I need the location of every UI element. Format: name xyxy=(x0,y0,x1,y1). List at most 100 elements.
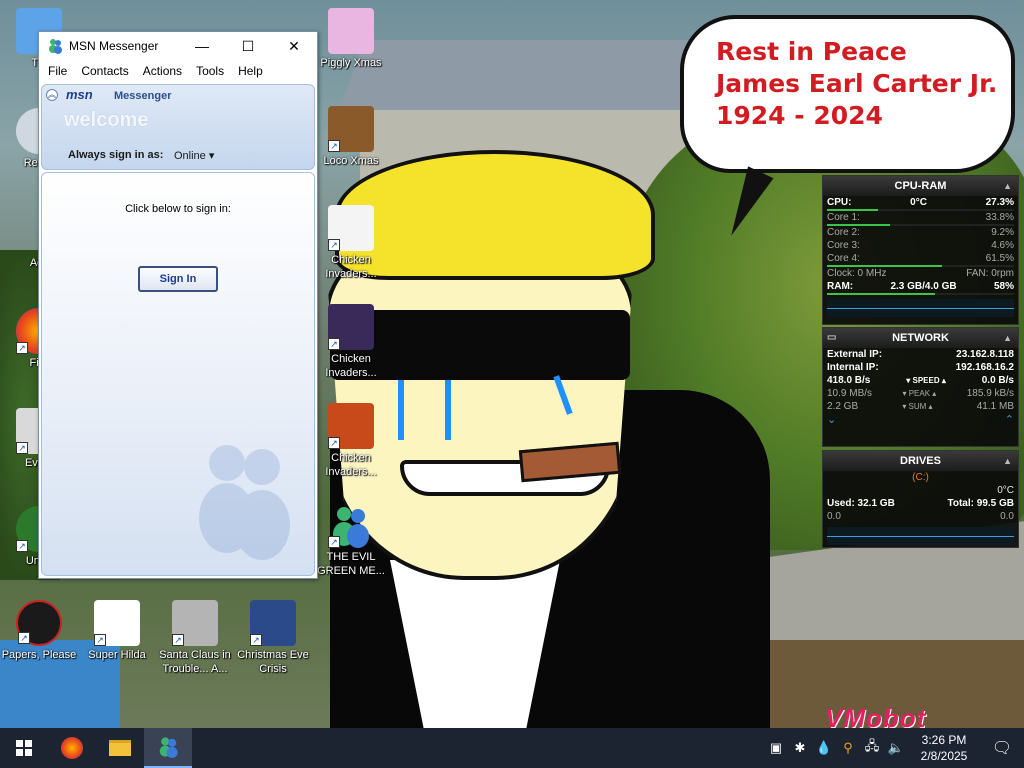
bear-icon: ↗ xyxy=(328,106,374,152)
core-row: Core 2: 9.2% xyxy=(827,227,1014,238)
shortcut-arrow-icon: ↗ xyxy=(18,632,30,644)
peak-row: 10.9 MB/s ▾ PEAK ▴ 185.9 kB/s xyxy=(827,388,1014,399)
menu-actions[interactable]: Actions xyxy=(136,64,189,78)
taskbar-msn-messenger[interactable] xyxy=(144,728,192,768)
desktop-icon-chicken-invaders-2[interactable]: ↗ Chicken Invaders... xyxy=(312,304,390,380)
chicken-icon: ↗ xyxy=(328,403,374,449)
network-toggle-row: ⌄ ⌃ xyxy=(823,413,1018,426)
shortcut-arrow-icon: ↗ xyxy=(172,634,184,646)
desktop-icon-piggly-xmas[interactable]: Piggly Xmas xyxy=(312,8,390,70)
sign-in-prompt: Click below to sign in: xyxy=(125,203,231,215)
notification-icon[interactable]: 🗨 xyxy=(980,738,1024,758)
water-drop-icon[interactable]: 💧 xyxy=(812,740,836,756)
gadget-header: ▭ NETWORK ▲ xyxy=(823,328,1018,348)
cartoon-tear xyxy=(398,380,404,440)
speed-row: 418.0 B/s ▾ SPEED ▴ 0.0 B/s xyxy=(827,375,1014,386)
core-row: Core 3: 4.6% xyxy=(827,240,1014,251)
clock[interactable]: 3:26 PM 2/8/2025 xyxy=(908,732,980,764)
collapse-icon[interactable]: ︽ xyxy=(46,89,58,101)
close-button[interactable]: ✕ xyxy=(271,32,317,60)
system-tray: ▣ ✱ 💧 ⚲ 🖧 🔈 3:26 PM 2/8/2025 🗨 xyxy=(764,728,1024,768)
gadget-header: CPU-RAM ▲ xyxy=(823,176,1018,196)
cpu-row: CPU: 0°C 27.3% xyxy=(827,197,1014,208)
msn-logo-icon xyxy=(49,39,62,54)
desktop-icon-christmas-eve-crisis[interactable]: ↗ Christmas Eve Crisis xyxy=(234,600,312,676)
bubble-line: James Earl Carter Jr. xyxy=(716,69,998,98)
core-row: Core 1: 33.8% xyxy=(827,212,1014,223)
cpu-graph xyxy=(827,299,1014,317)
msn-buddy-watermark-icon xyxy=(199,445,290,560)
tray-app-icon[interactable]: ✱ xyxy=(788,740,812,756)
bubble-line: 1924 - 2024 xyxy=(716,101,883,130)
desktop-icon-chicken-invaders-3[interactable]: ↗ Chicken Invaders... xyxy=(312,403,390,479)
santa-icon: ↗ xyxy=(250,600,296,646)
hilda-icon: ↗ xyxy=(94,600,140,646)
gadget-header: DRIVES ▲ xyxy=(823,451,1018,471)
menu-file[interactable]: File xyxy=(41,64,74,78)
desktop: Rest in Peace James Earl Carter Jr. 1924… xyxy=(0,0,1024,728)
santa-icon: ↗ xyxy=(172,600,218,646)
folder-icon xyxy=(109,740,131,756)
internal-ip-row: Internal IP: 192.168.16.2 xyxy=(827,362,1014,373)
msn-messenger-window[interactable]: MSN Messenger — ☐ ✕ File Contacts Action… xyxy=(38,31,318,579)
chicken-icon: ↗ xyxy=(328,304,374,350)
welcome-text: welcome xyxy=(64,109,149,131)
monitor-icon: ▭ xyxy=(827,332,837,343)
status-dropdown[interactable]: Online ▾ xyxy=(174,149,214,162)
menu-help[interactable]: Help xyxy=(231,64,270,78)
start-button[interactable] xyxy=(0,728,48,768)
shortcut-arrow-icon: ↗ xyxy=(328,239,340,251)
shortcut-arrow-icon: ↗ xyxy=(16,442,28,454)
cpu-ram-gadget: CPU-RAM ▲ CPU: 0°C 27.3% Core 1: 33.8% Co… xyxy=(822,175,1019,325)
desktop-icon-chicken-invaders-1[interactable]: ↗ Chicken Invaders... xyxy=(312,205,390,281)
msn-buddy-icon: ↗ xyxy=(328,502,374,548)
core-row: Core 4: 61.5% xyxy=(827,253,1014,264)
menu-contacts[interactable]: Contacts xyxy=(74,64,135,78)
title-bar[interactable]: MSN Messenger — ☐ ✕ xyxy=(39,32,317,60)
minimize-button[interactable]: — xyxy=(179,32,225,60)
taskbar-file-explorer[interactable] xyxy=(96,728,144,768)
sum-row: 2.2 GB ▾ SUM ▴ 41.1 MB xyxy=(827,401,1014,412)
drive-name-row: (C:) xyxy=(912,472,929,483)
external-ip-row: External IP: 23.162.8.118 xyxy=(827,349,1014,360)
drive-usage-row: Used: 32.1 GB Total: 99.5 GB xyxy=(827,498,1014,509)
taskbar-firefox[interactable] xyxy=(48,728,96,768)
ram-row: RAM: 2.3 GB/4.0 GB 58% xyxy=(827,281,1014,292)
shortcut-arrow-icon: ↗ xyxy=(328,536,340,548)
messenger-brand: Messenger xyxy=(114,90,172,102)
search-key-icon[interactable]: ⚲ xyxy=(836,740,860,756)
sign-in-panel: Click below to sign in: Sign In xyxy=(41,172,315,576)
speech-bubble: Rest in Peace James Earl Carter Jr. 1924… xyxy=(680,15,1015,173)
shortcut-arrow-icon: ↗ xyxy=(16,540,28,552)
expand-down-icon[interactable]: ⌄ xyxy=(827,413,836,426)
shortcut-arrow-icon: ↗ xyxy=(328,338,340,350)
sign-in-button[interactable]: Sign In xyxy=(138,266,218,292)
taskbar: ▣ ✱ 💧 ⚲ 🖧 🔈 3:26 PM 2/8/2025 🗨 xyxy=(0,728,1024,768)
drive-temp-row: 0°C xyxy=(997,485,1014,496)
collapse-icon[interactable]: ▲ xyxy=(1003,176,1012,196)
msn-brand: msn xyxy=(66,87,93,102)
expand-up-icon[interactable]: ⌃ xyxy=(1005,413,1014,426)
menu-tools[interactable]: Tools xyxy=(189,64,231,78)
shortcut-arrow-icon: ↗ xyxy=(94,634,106,646)
cartoon-tear xyxy=(445,380,451,440)
maximize-button[interactable]: ☐ xyxy=(225,32,271,60)
collapse-icon[interactable]: ▲ xyxy=(1003,328,1012,348)
volume-icon[interactable]: 🔈 xyxy=(884,740,908,756)
desktop-icon-evil-green-messenger[interactable]: ↗ THE EVIL GREEN ME... xyxy=(312,502,390,578)
papers-please-icon: ↗ xyxy=(16,600,62,646)
window-title: MSN Messenger xyxy=(69,39,159,53)
menu-bar: File Contacts Actions Tools Help xyxy=(39,60,317,81)
desktop-icon-santa-claus-in-trouble[interactable]: ↗ Santa Claus in Trouble... A... xyxy=(156,600,234,676)
desktop-icon-loco-xmas[interactable]: ↗ Loco Xmas xyxy=(312,106,390,168)
collapse-icon[interactable]: ▲ xyxy=(1003,451,1012,471)
firefox-icon xyxy=(61,737,83,759)
desktop-icon-papers-please[interactable]: ↗ Papers, Please xyxy=(0,600,78,662)
drive-io-row: 0.0 0.0 xyxy=(827,511,1014,522)
desktop-icon-super-hilda[interactable]: ↗ Super Hilda xyxy=(78,600,156,662)
pig-icon xyxy=(328,8,374,54)
tray-app-icon[interactable]: ▣ xyxy=(764,740,788,756)
shortcut-arrow-icon: ↗ xyxy=(250,634,262,646)
always-sign-in-label: Always sign in as: xyxy=(68,149,164,161)
network-icon[interactable]: 🖧 xyxy=(860,737,884,759)
